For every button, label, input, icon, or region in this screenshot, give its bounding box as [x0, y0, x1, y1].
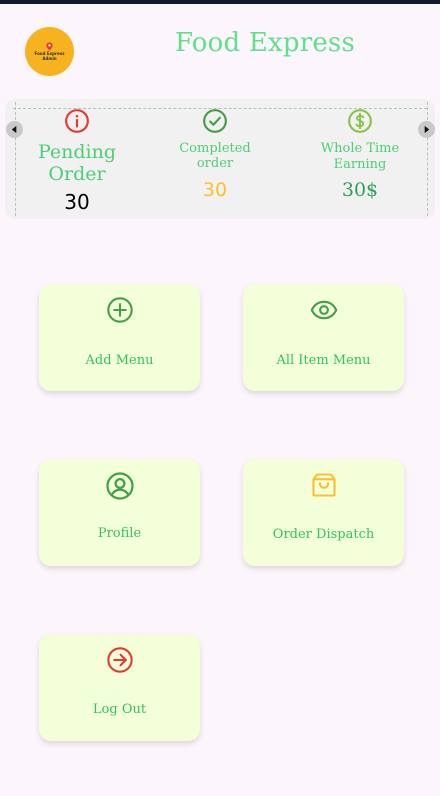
logo-subtext: Admin [42, 56, 57, 61]
stat-value: 30$ [341, 179, 379, 201]
arrow-right-icon [424, 125, 430, 134]
arrow-right-circle-icon [106, 647, 133, 673]
stat-label: Completed order [179, 141, 251, 171]
stat-value: 30 [64, 190, 90, 214]
tile-label: Order Dispatch [272, 527, 375, 542]
stats-carousel: Pending Order 30 Completed order 30 Whol… [5, 99, 435, 219]
status-bar [0, 0, 440, 4]
tile-label: Profile [97, 526, 142, 541]
shopping-bag-icon [311, 473, 336, 497]
app-title: Food Express [174, 28, 356, 58]
location-pin-icon [46, 42, 53, 51]
stat-label: Whole Time Earning [320, 141, 400, 172]
log-out-button[interactable]: Log Out [39, 634, 200, 741]
stat-label: Pending Order [37, 141, 117, 185]
tile-label: Log Out [92, 702, 147, 717]
profile-button[interactable]: Profile [39, 459, 200, 566]
stat-whole-time-earning: Whole Time Earning 30$ [310, 108, 410, 201]
check-circle-icon [203, 109, 227, 133]
stat-completed-order: Completed order 30 [165, 108, 265, 201]
all-item-menu-button[interactable]: All Item Menu [243, 284, 404, 391]
order-dispatch-button[interactable]: Order Dispatch [243, 459, 404, 566]
eye-icon [310, 300, 337, 320]
info-circle-icon [65, 109, 89, 133]
tile-label: Add Menu [85, 353, 154, 368]
user-circle-icon [105, 472, 134, 500]
dollar-circle-icon [348, 109, 372, 133]
carousel-next-button[interactable] [418, 121, 435, 138]
plus-circle-icon [106, 297, 133, 323]
app-logo: Food Express Admin [25, 27, 74, 76]
divider [427, 102, 428, 216]
add-menu-button[interactable]: Add Menu [39, 284, 200, 391]
stat-pending-order: Pending Order 30 [13, 108, 141, 214]
tile-label: All Item Menu [276, 353, 371, 368]
stat-value: 30 [202, 179, 228, 201]
